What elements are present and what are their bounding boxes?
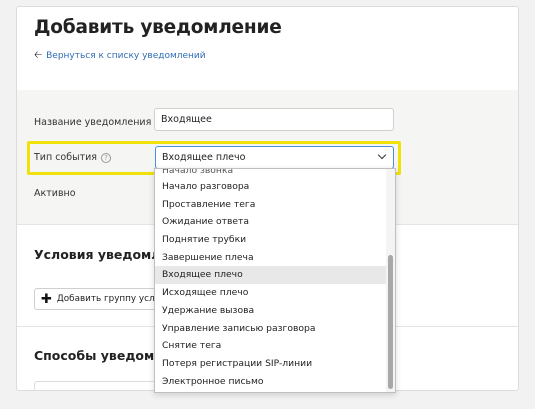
dropdown-option[interactable]: Начало разговора xyxy=(155,178,386,196)
plus-icon: ✚ xyxy=(41,291,52,307)
dropdown-list: Начало звонка Начало разговора Проставле… xyxy=(155,169,386,392)
event-type-dropdown[interactable]: Начало звонка Начало разговора Проставле… xyxy=(154,168,396,393)
dropdown-option[interactable]: Поднятие трубки xyxy=(155,231,386,249)
back-link-label: Вернуться к списку уведомлений xyxy=(46,51,206,61)
arrow-left-icon: 🡠 xyxy=(34,50,43,61)
dropdown-option[interactable]: Электронное письмо xyxy=(155,373,386,391)
dropdown-option[interactable]: Ожидание ответа xyxy=(155,213,386,231)
dropdown-option[interactable]: Удержание вызова xyxy=(155,302,386,320)
dropdown-scrollbar[interactable] xyxy=(386,169,395,392)
dropdown-option-selected[interactable]: Входящее плечо xyxy=(155,266,386,285)
name-label: Название уведомления xyxy=(34,117,152,128)
back-link[interactable]: 🡠 Вернуться к списку уведомлений xyxy=(34,50,206,62)
add-group-label: Добавить группу усло xyxy=(56,294,160,304)
dropdown-option[interactable]: Исходящее плечо xyxy=(155,284,386,302)
page-title: Добавить уведомление xyxy=(34,17,282,38)
dropdown-option[interactable]: Снятие тега xyxy=(155,337,386,355)
name-input[interactable]: Входящее xyxy=(154,108,394,131)
scrollbar-thumb[interactable] xyxy=(388,255,393,389)
dropdown-option[interactable]: Потеря регистрации SIP-линии xyxy=(155,355,386,373)
dropdown-option[interactable]: Управление записью разговора xyxy=(155,320,386,338)
dropdown-option[interactable]: Проставление тега xyxy=(155,196,386,214)
active-label: Активно xyxy=(34,188,76,199)
dropdown-option[interactable]: Завершение плеча xyxy=(155,249,386,267)
dropdown-option[interactable]: Начало звонка xyxy=(155,169,386,178)
